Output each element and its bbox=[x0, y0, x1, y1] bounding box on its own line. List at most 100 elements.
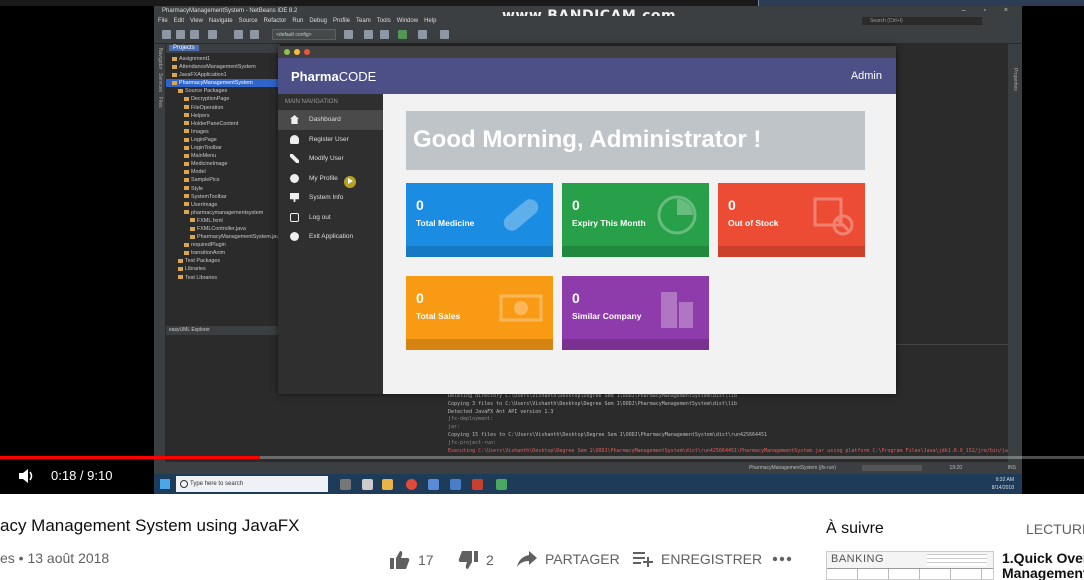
ide-menu-item[interactable]: Refactor bbox=[264, 18, 287, 24]
debug-icon[interactable] bbox=[418, 30, 427, 39]
ide-menu-item[interactable]: Tools bbox=[377, 18, 391, 24]
project-tree-item[interactable]: PharmacyManagementSystem bbox=[166, 79, 280, 88]
project-tree-item[interactable]: AttendanceManagementSystem bbox=[166, 63, 280, 71]
hammer-icon[interactable] bbox=[344, 30, 353, 39]
video-progress-bar[interactable] bbox=[0, 456, 1084, 459]
ide-menu-item[interactable]: Source bbox=[239, 18, 258, 24]
ide-menu-item[interactable]: Debug bbox=[309, 18, 327, 24]
ide-menu-item[interactable]: View bbox=[190, 18, 203, 24]
volume-icon[interactable] bbox=[18, 468, 34, 484]
nav-log-out[interactable]: Log out bbox=[278, 208, 383, 228]
taskbar-search[interactable]: Type here to search bbox=[176, 476, 328, 492]
ide-menu-item[interactable]: Team bbox=[356, 18, 371, 24]
project-tree-item[interactable]: pharmacymanagementsystem bbox=[166, 209, 280, 217]
save-icon[interactable] bbox=[208, 30, 217, 39]
next-video-thumbnail[interactable]: BANKING bbox=[826, 551, 994, 580]
nav-system-info[interactable]: System Info bbox=[278, 188, 383, 208]
project-tree-item[interactable]: FXMLController.java bbox=[166, 225, 280, 233]
like-button[interactable]: 17 bbox=[390, 551, 434, 569]
folder-icon bbox=[172, 80, 177, 85]
project-tree-item[interactable]: Source Packages bbox=[166, 87, 280, 95]
undo-icon[interactable] bbox=[234, 30, 243, 39]
project-tree-item[interactable]: SystemToolbar bbox=[166, 193, 280, 201]
nav-modify-user[interactable]: Modify User bbox=[278, 149, 383, 169]
windows-start-icon[interactable] bbox=[160, 479, 170, 489]
card-total-sales[interactable]: 0 Total Sales bbox=[406, 276, 553, 350]
nav-register-user[interactable]: Register User bbox=[278, 130, 383, 150]
maximize-dot-icon[interactable] bbox=[294, 49, 300, 55]
card-total-medicine[interactable]: 0 Total Medicine bbox=[406, 183, 553, 257]
side-tab[interactable]: Navigator bbox=[157, 48, 163, 69]
nav-my-profile[interactable]: My Profile bbox=[278, 169, 383, 189]
side-tab[interactable]: Files bbox=[157, 97, 163, 108]
new-project-icon[interactable] bbox=[176, 30, 185, 39]
easyuml-explorer-tab[interactable]: easyUML Explorer bbox=[166, 326, 280, 335]
netbeans-icon[interactable] bbox=[450, 479, 461, 490]
share-button[interactable]: PARTAGER bbox=[517, 551, 620, 567]
file-explorer-icon[interactable] bbox=[382, 479, 393, 490]
project-tree-item[interactable]: FileOperation bbox=[166, 104, 280, 112]
project-tree-item[interactable]: JavaFXApplication1 bbox=[166, 71, 280, 79]
next-video-title[interactable]: 1.Quick Overv Management bbox=[1002, 551, 1084, 580]
ide-menu-item[interactable]: File bbox=[158, 18, 168, 24]
card-similar-company[interactable]: 0 Similar Company bbox=[562, 276, 709, 350]
project-tree-item[interactable]: Test Libraries bbox=[166, 274, 280, 282]
side-tab[interactable]: Services bbox=[157, 73, 163, 92]
ide-menu-item[interactable]: Window bbox=[397, 18, 418, 24]
clean-build-icon[interactable] bbox=[380, 30, 389, 39]
ide-menu-item[interactable]: Help bbox=[424, 18, 436, 24]
card-out-of-stock[interactable]: 0 Out of Stock bbox=[718, 183, 865, 257]
project-tree-item[interactable]: SamplePics bbox=[166, 176, 280, 184]
ide-search-field[interactable]: Search (Ctrl+I) bbox=[862, 17, 982, 25]
task-view-icon[interactable] bbox=[362, 479, 373, 490]
project-tree-item[interactable]: requiredPlugin bbox=[166, 241, 280, 249]
config-combo[interactable]: <default config> bbox=[272, 29, 336, 40]
dislike-button[interactable]: 2 bbox=[458, 551, 494, 569]
project-tree-item[interactable]: Helpers bbox=[166, 112, 280, 120]
bandicam-icon[interactable] bbox=[472, 479, 483, 490]
chrome-icon[interactable] bbox=[406, 479, 417, 490]
build-icon[interactable] bbox=[364, 30, 373, 39]
project-tree-item[interactable]: DecryptionPage bbox=[166, 95, 280, 103]
ide-menu-item[interactable]: Profile bbox=[333, 18, 350, 24]
new-file-icon[interactable] bbox=[162, 30, 171, 39]
close-dot-icon[interactable] bbox=[304, 49, 310, 55]
java-icon[interactable] bbox=[496, 479, 507, 490]
project-tree-item[interactable]: Test Packages bbox=[166, 257, 280, 265]
project-tree-item[interactable]: LoginPage bbox=[166, 136, 280, 144]
video-player[interactable]: PharmacyManagementSystem - NetBeans IDE … bbox=[0, 0, 1084, 494]
projects-tab[interactable]: Projects bbox=[169, 45, 199, 51]
mic-icon[interactable] bbox=[340, 479, 351, 490]
project-tree-item[interactable]: MedicineImage bbox=[166, 160, 280, 168]
ide-menu-item[interactable]: Edit bbox=[174, 18, 184, 24]
project-tree-item[interactable]: Libraries bbox=[166, 265, 280, 273]
save-button[interactable]: ENREGISTRER bbox=[633, 551, 762, 567]
open-icon[interactable] bbox=[190, 30, 199, 39]
project-tree-item[interactable]: Style bbox=[166, 185, 280, 193]
more-actions-button[interactable] bbox=[772, 556, 800, 562]
redo-icon[interactable] bbox=[250, 30, 259, 39]
autoplay-label[interactable]: LECTURE bbox=[1026, 521, 1084, 537]
project-tree-item[interactable]: Assignment1 bbox=[166, 55, 280, 63]
project-tree-item[interactable]: Model bbox=[166, 168, 280, 176]
project-tree-item[interactable]: UserImage bbox=[166, 201, 280, 209]
project-tree-item[interactable]: HolderPaneContent bbox=[166, 120, 280, 128]
project-tree-item[interactable]: PharmacyManagementSystem.java bbox=[166, 233, 280, 241]
minimize-dot-icon[interactable] bbox=[284, 49, 290, 55]
project-tree-item[interactable]: LoginToolbar bbox=[166, 144, 280, 152]
project-tree-item[interactable]: FXML.fxml bbox=[166, 217, 280, 225]
run-icon[interactable] bbox=[398, 30, 407, 39]
user-name[interactable]: Admin bbox=[851, 70, 882, 82]
status-project: PharmacyManagementSystem (jfx-run) bbox=[749, 465, 836, 471]
nav-exit-application[interactable]: Exit Application bbox=[278, 227, 383, 247]
project-tree-item[interactable]: transitionAnim bbox=[166, 249, 280, 257]
project-tree-item[interactable]: Images bbox=[166, 128, 280, 136]
card-expiry-this-month[interactable]: 0 Expiry This Month bbox=[562, 183, 709, 257]
properties-tab[interactable]: Properties bbox=[1012, 68, 1018, 91]
project-tree-item[interactable]: MainMenu bbox=[166, 152, 280, 160]
ide-menu-item[interactable]: Run bbox=[292, 18, 303, 24]
ide-menu-item[interactable]: Navigate bbox=[209, 18, 233, 24]
app-icon[interactable] bbox=[428, 479, 439, 490]
profile-icon[interactable] bbox=[440, 30, 449, 39]
nav-dashboard[interactable]: Dashboard bbox=[278, 110, 383, 130]
